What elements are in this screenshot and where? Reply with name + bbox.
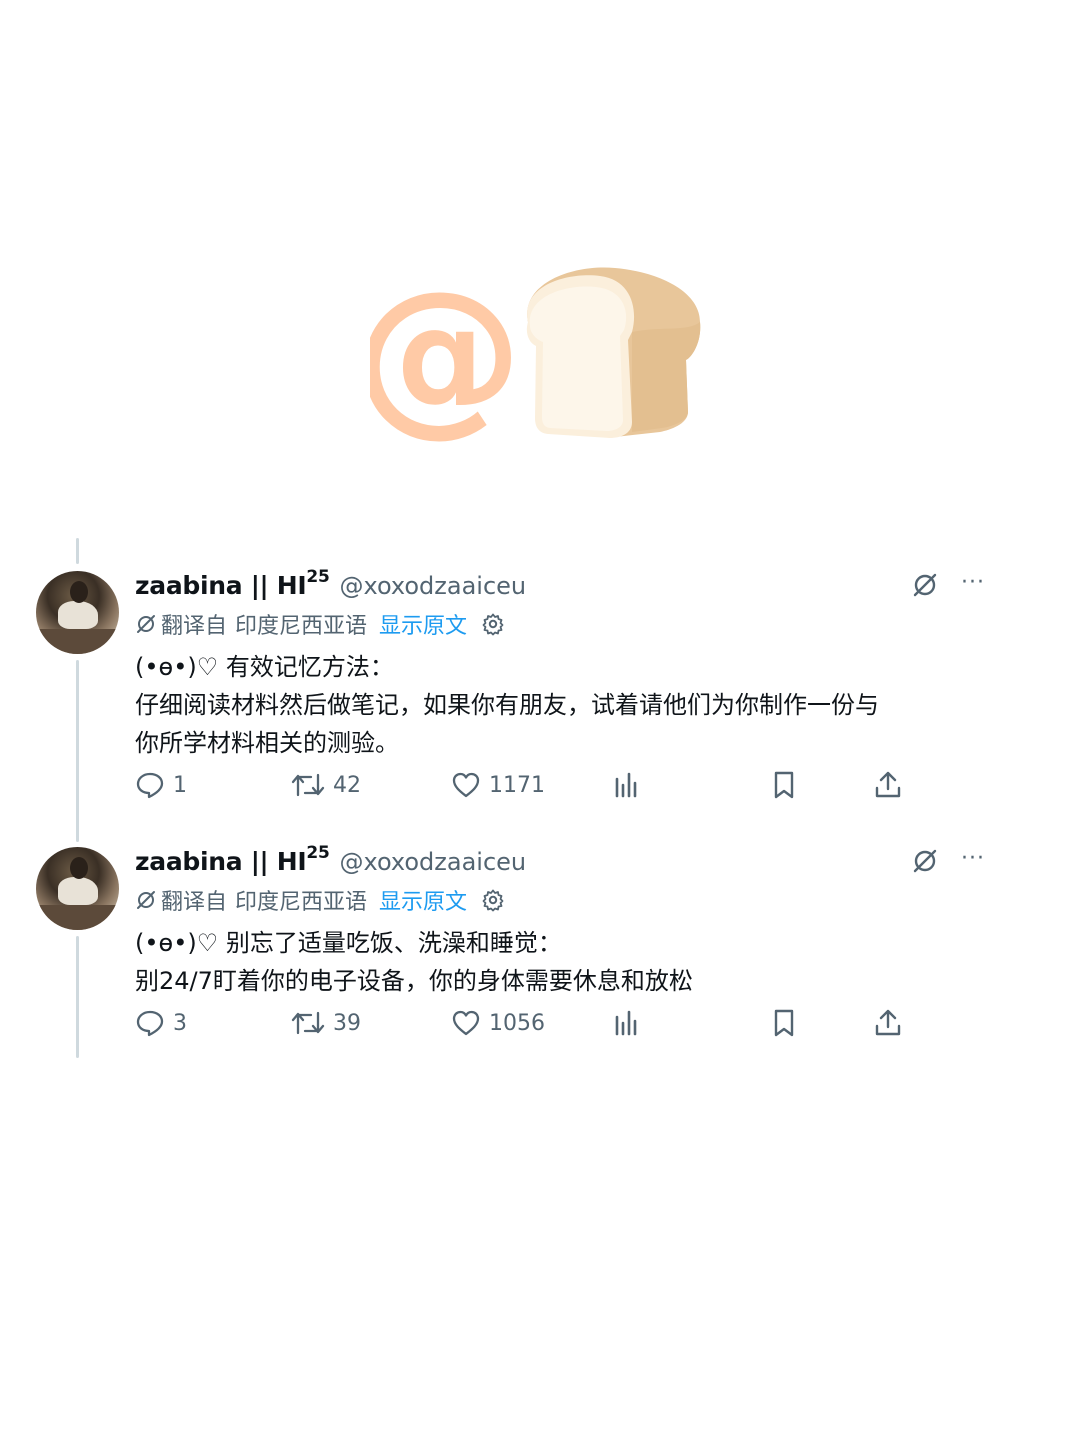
thread-line-middle: [76, 660, 79, 842]
gear-icon[interactable]: [481, 612, 505, 636]
bookmark-icon: [774, 1009, 794, 1037]
analytics-icon: [615, 772, 637, 798]
translate-icon: [135, 889, 157, 911]
thread-line-top: [76, 538, 79, 564]
share-button[interactable]: [873, 770, 903, 800]
translation-info: 翻译自 印度尼西亚语 显示原文: [135, 608, 995, 640]
retweet-count: 39: [333, 1010, 361, 1036]
tweet-header: zaabina || HI25 @xoxodzaaiceu: [135, 569, 995, 601]
share-icon: [875, 1009, 901, 1036]
tweet-actions: 1 42 1171: [135, 769, 935, 801]
like-count: 1056: [489, 1010, 545, 1036]
reply-icon: [136, 772, 164, 799]
like-button[interactable]: 1056: [451, 1008, 545, 1038]
show-original-link[interactable]: 显示原文: [379, 884, 467, 916]
translate-icon[interactable]: [911, 847, 939, 879]
tweet-content: zaabina || HI25 @xoxodzaaiceu ··· 翻译自 印度…: [135, 569, 995, 762]
tweet-actions: 3 39 1056: [135, 1007, 935, 1039]
tweet-content: zaabina || HI25 @xoxodzaaiceu ··· 翻译自 印度…: [135, 845, 995, 1000]
user-handle[interactable]: @xoxodzaaiceu: [339, 572, 526, 600]
retweet-button[interactable]: 42: [291, 770, 361, 800]
reply-button[interactable]: 1: [135, 770, 187, 800]
more-icon[interactable]: ···: [961, 572, 985, 594]
tweet-top-icons: ···: [911, 847, 985, 879]
bookmark-button[interactable]: [771, 1008, 797, 1038]
bookmark-button[interactable]: [771, 770, 797, 800]
display-name[interactable]: zaabina || HI25: [135, 569, 330, 601]
share-icon: [875, 771, 901, 798]
thread-line-bottom: [76, 936, 79, 1058]
retweet-icon: [291, 1011, 325, 1035]
retweet-icon: [291, 773, 325, 797]
svg-text:@: @: [370, 262, 523, 447]
reply-icon: [136, 1010, 164, 1037]
display-name[interactable]: zaabina || HI25: [135, 845, 330, 877]
tweet-top-icons: ···: [911, 571, 985, 603]
retweet-count: 42: [333, 772, 361, 798]
tweet-header: zaabina || HI25 @xoxodzaaiceu: [135, 845, 995, 877]
analytics-icon: [615, 1010, 637, 1036]
reply-count: 1: [173, 772, 187, 798]
tweet-text-line: (•ɵ•)♡ 别忘了适量吃饭、洗澡和睡觉：: [135, 929, 562, 957]
user-handle[interactable]: @xoxodzaaiceu: [339, 848, 526, 876]
tweet-text-line: 你所学材料相关的测验。: [135, 729, 399, 757]
reply-button[interactable]: 3: [135, 1008, 187, 1038]
tweet-text: (•ɵ•)♡ 别忘了适量吃饭、洗澡和睡觉： 别24/7盯着你的电子设备，你的身体…: [135, 924, 995, 1000]
tweet-text-line: (•ɵ•)♡ 有效记忆方法：: [135, 653, 394, 681]
avatar[interactable]: [36, 571, 119, 654]
like-button[interactable]: 1171: [451, 770, 545, 800]
retweet-button[interactable]: 39: [291, 1008, 361, 1038]
show-original-link[interactable]: 显示原文: [379, 608, 467, 640]
tweet-text-line: 别24/7盯着你的电子设备，你的身体需要休息和放松: [135, 967, 693, 995]
tweet-text-line: 仔细阅读材料然后做笔记，如果你有朋友，试着请他们为你制作一份与: [135, 691, 879, 719]
at-sign-emoji: @: [370, 262, 523, 447]
heart-icon: [452, 1010, 480, 1036]
translate-icon: [135, 613, 157, 635]
more-icon[interactable]: ···: [961, 848, 985, 870]
heart-icon: [452, 772, 480, 798]
bread-emoji: [526, 267, 701, 438]
gear-icon[interactable]: [481, 888, 505, 912]
share-button[interactable]: [873, 1008, 903, 1038]
tweet-text: (•ɵ•)♡ 有效记忆方法： 仔细阅读材料然后做笔记，如果你有朋友，试着请他们为…: [135, 648, 995, 762]
views-button[interactable]: [613, 1009, 639, 1037]
like-count: 1171: [489, 772, 545, 798]
translated-from-label: 翻译自: [161, 614, 228, 639]
reply-count: 3: [173, 1010, 187, 1036]
avatar[interactable]: [36, 847, 119, 930]
source-language: 印度尼西亚语: [235, 614, 368, 639]
translate-icon[interactable]: [911, 571, 939, 603]
views-button[interactable]: [613, 771, 639, 799]
bookmark-icon: [774, 771, 794, 799]
translated-from-label: 翻译自: [161, 890, 228, 915]
source-language: 印度尼西亚语: [235, 890, 368, 915]
header-emoji-art: @: [370, 262, 701, 447]
translation-info: 翻译自 印度尼西亚语 显示原文: [135, 884, 995, 916]
